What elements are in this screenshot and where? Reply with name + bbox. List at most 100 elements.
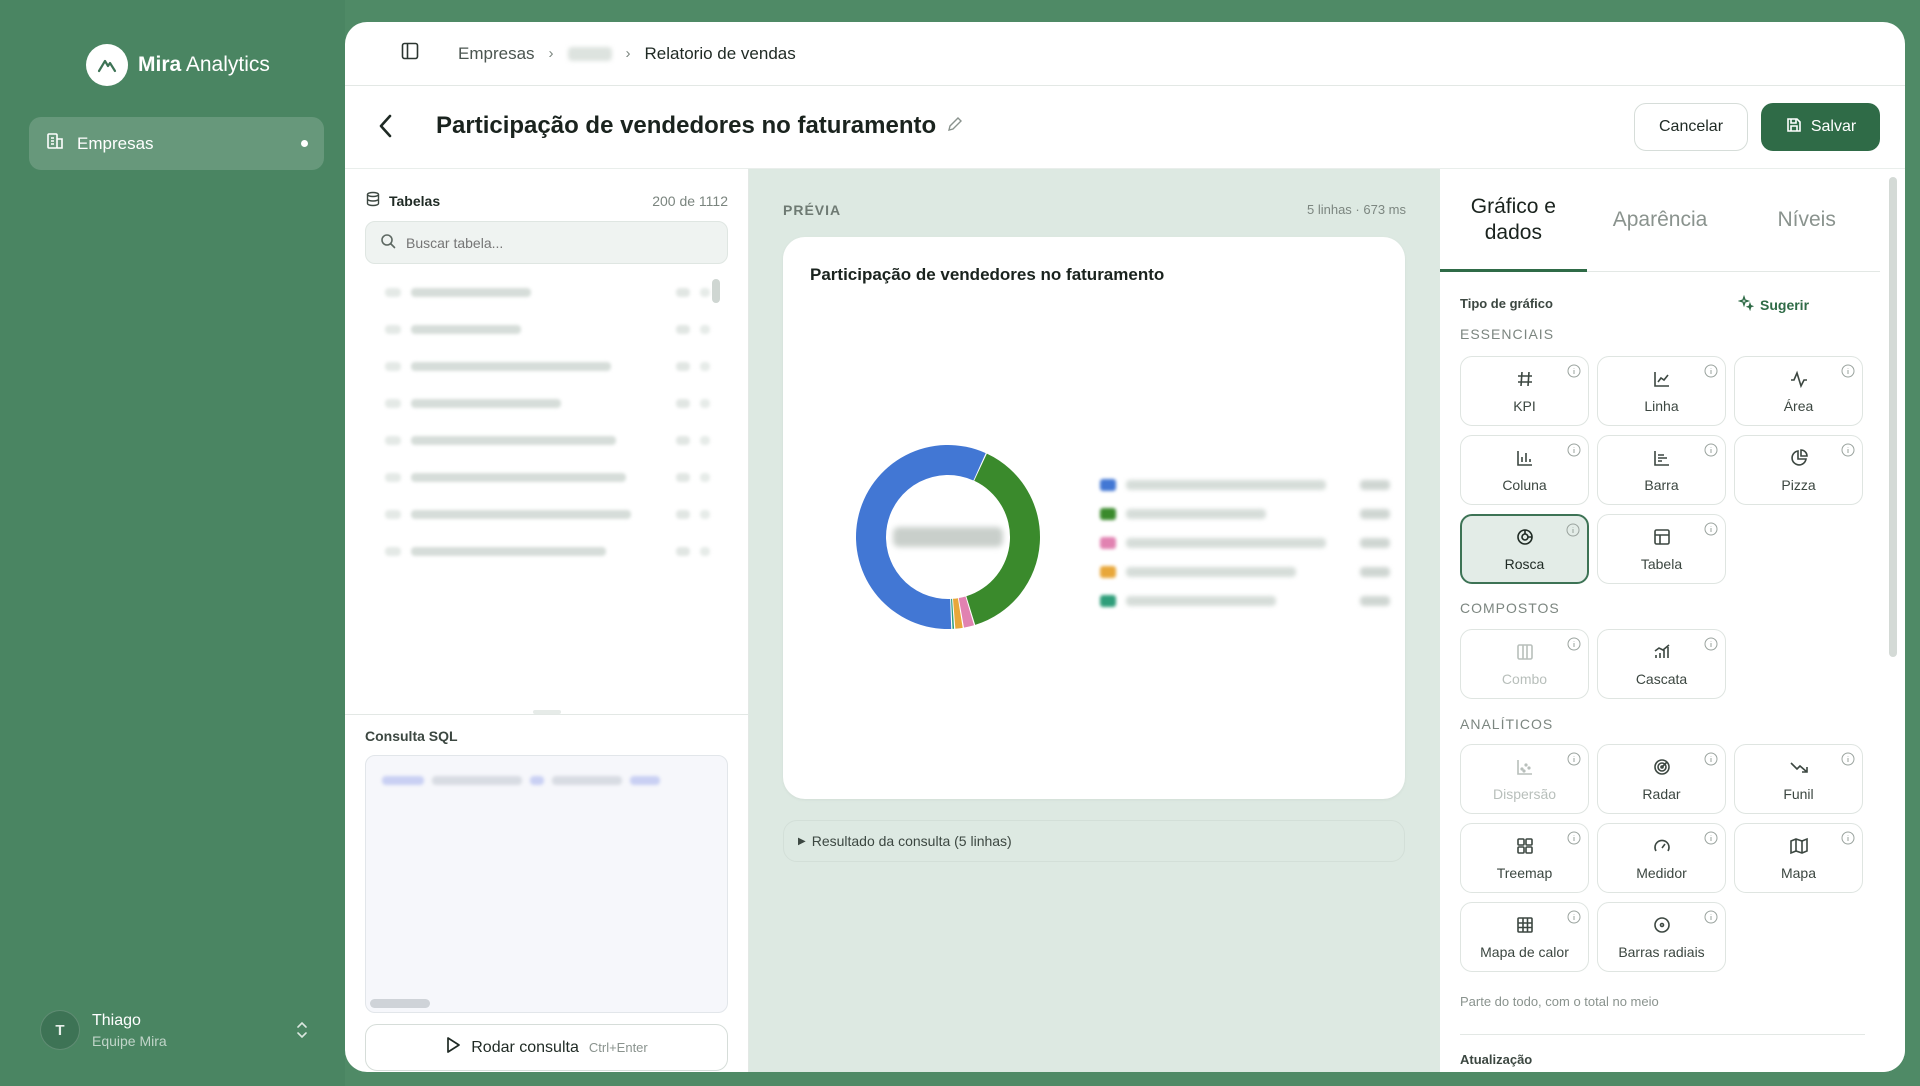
user-menu[interactable]: T Thiago Equipe Mira: [40, 1010, 167, 1050]
chart-type-line[interactable]: Linha: [1597, 356, 1726, 426]
info-icon[interactable]: [1704, 637, 1718, 654]
table-row[interactable]: [365, 274, 728, 311]
tables-count: 200 de 1112: [652, 192, 728, 209]
building-icon: [45, 131, 65, 156]
table-row[interactable]: [365, 496, 728, 533]
chart-type-column[interactable]: Coluna: [1460, 435, 1589, 505]
legend-item[interactable]: [1100, 557, 1390, 586]
table-search[interactable]: [365, 221, 728, 264]
chart-type-donut[interactable]: Rosca: [1460, 514, 1589, 584]
divider: [1460, 1034, 1865, 1035]
tab-chart-data[interactable]: Gráfico e dados: [1440, 169, 1587, 272]
breadcrumb-empresas[interactable]: Empresas: [458, 44, 535, 64]
chart-type-pie[interactable]: Pizza: [1734, 435, 1863, 505]
chart-type-combo: Combo: [1460, 629, 1589, 699]
main-panel: Empresas › › Relatorio de vendas Partici…: [345, 22, 1905, 1072]
suggest-button[interactable]: Sugerir: [1737, 294, 1810, 314]
info-icon[interactable]: [1567, 831, 1581, 848]
avatar: T: [40, 1010, 80, 1050]
table-row[interactable]: [365, 348, 728, 385]
table-row[interactable]: [365, 385, 728, 422]
legend-value-redacted: [1360, 508, 1390, 519]
sidebar-toggle-icon[interactable]: [400, 41, 420, 66]
chart-type-waterfall[interactable]: Cascata: [1597, 629, 1726, 699]
info-icon[interactable]: [1704, 522, 1718, 539]
sql-scrollbar[interactable]: [370, 999, 430, 1008]
info-icon[interactable]: [1567, 364, 1581, 381]
info-icon[interactable]: [1704, 910, 1718, 927]
breadcrumb-company-redacted[interactable]: [567, 46, 612, 61]
config-tabs: Gráfico e dados Aparência Níveis: [1440, 169, 1880, 272]
chart-type-radar[interactable]: Radar: [1597, 744, 1726, 814]
tab-levels[interactable]: Níveis: [1733, 169, 1880, 271]
chart-type-heatmap[interactable]: Mapa de calor: [1460, 902, 1589, 972]
info-icon[interactable]: [1567, 637, 1581, 654]
info-icon[interactable]: [1567, 752, 1581, 769]
chart-type-area[interactable]: Área: [1734, 356, 1863, 426]
legend-item[interactable]: [1100, 470, 1390, 499]
legend-swatch: [1100, 594, 1116, 607]
activity-icon: [1789, 369, 1809, 392]
table-row[interactable]: [365, 459, 728, 496]
sidebar-item-empresas[interactable]: Empresas: [29, 117, 324, 170]
chart-type-label: Pizza: [1781, 476, 1816, 493]
chart-type-scatter: Dispersão: [1460, 744, 1589, 814]
tab-appearance[interactable]: Aparência: [1587, 169, 1734, 271]
page-title-text: Participação de vendedores no faturament…: [436, 112, 937, 139]
back-arrow-icon[interactable]: [375, 112, 397, 145]
pencil-icon[interactable]: [946, 112, 964, 140]
chart-type-gauge[interactable]: Medidor: [1597, 823, 1726, 893]
query-result-toggle[interactable]: ▶ Resultado da consulta (5 linhas): [783, 820, 1405, 862]
table-row[interactable]: [365, 422, 728, 459]
chart-type-treemap[interactable]: Treemap: [1460, 823, 1589, 893]
legend-item[interactable]: [1100, 586, 1390, 615]
run-shortcut: Ctrl+Enter: [588, 1040, 648, 1055]
section-composite: COMPOSTOS: [1460, 600, 1560, 616]
info-icon[interactable]: [1841, 752, 1855, 769]
divider: [345, 714, 749, 715]
table-row[interactable]: [365, 570, 728, 574]
chart-type-bar[interactable]: Barra: [1597, 435, 1726, 505]
chart-type-label: Barra: [1644, 476, 1679, 493]
info-icon[interactable]: [1704, 831, 1718, 848]
chart-type-kpi[interactable]: KPI: [1460, 356, 1589, 426]
save-button[interactable]: Salvar: [1761, 103, 1880, 151]
info-icon[interactable]: [1841, 443, 1855, 460]
run-query-button[interactable]: Rodar consulta Ctrl+Enter: [365, 1024, 728, 1071]
donut-chart-icon: [1515, 527, 1535, 550]
chart-type-funnel[interactable]: Funil: [1734, 744, 1863, 814]
gauge-icon: [1652, 836, 1672, 859]
brand-suffix: Analytics: [185, 53, 270, 76]
info-icon[interactable]: [1704, 364, 1718, 381]
info-icon[interactable]: [1567, 910, 1581, 927]
info-icon[interactable]: [1567, 443, 1581, 460]
cancel-button[interactable]: Cancelar: [1634, 103, 1748, 151]
chart-type-map[interactable]: Mapa: [1734, 823, 1863, 893]
chevron-up-down-icon[interactable]: [295, 1020, 309, 1045]
config-scrollbar[interactable]: [1889, 177, 1897, 657]
info-icon[interactable]: [1841, 831, 1855, 848]
chart-type-table[interactable]: Tabela: [1597, 514, 1726, 584]
preview-label: PRÉVIA: [783, 202, 842, 218]
table-row[interactable]: [365, 533, 728, 570]
info-icon[interactable]: [1566, 523, 1580, 540]
chart-type-radial-bars[interactable]: Barras radiais: [1597, 902, 1726, 972]
info-icon[interactable]: [1704, 443, 1718, 460]
legend-item[interactable]: [1100, 528, 1390, 557]
legend-value-redacted: [1360, 566, 1390, 577]
info-icon[interactable]: [1704, 752, 1718, 769]
chart-type-label: KPI: [1513, 397, 1536, 414]
brand[interactable]: Mira Analytics: [86, 44, 270, 86]
config-panel: Gráfico e dados Aparência Níveis Tipo de…: [1440, 169, 1905, 1072]
table-row[interactable]: [365, 311, 728, 348]
run-query-label: Rodar consulta: [471, 1038, 579, 1056]
mountain-logo-icon: [86, 44, 128, 86]
table-search-input[interactable]: [406, 234, 706, 251]
resize-handle[interactable]: [533, 710, 561, 714]
trending-down-icon: [1789, 757, 1809, 780]
info-icon[interactable]: [1841, 364, 1855, 381]
table-list-scrollbar[interactable]: [712, 279, 720, 303]
suggest-label: Sugerir: [1760, 296, 1810, 313]
sql-editor[interactable]: [365, 755, 728, 1013]
legend-item[interactable]: [1100, 499, 1390, 528]
